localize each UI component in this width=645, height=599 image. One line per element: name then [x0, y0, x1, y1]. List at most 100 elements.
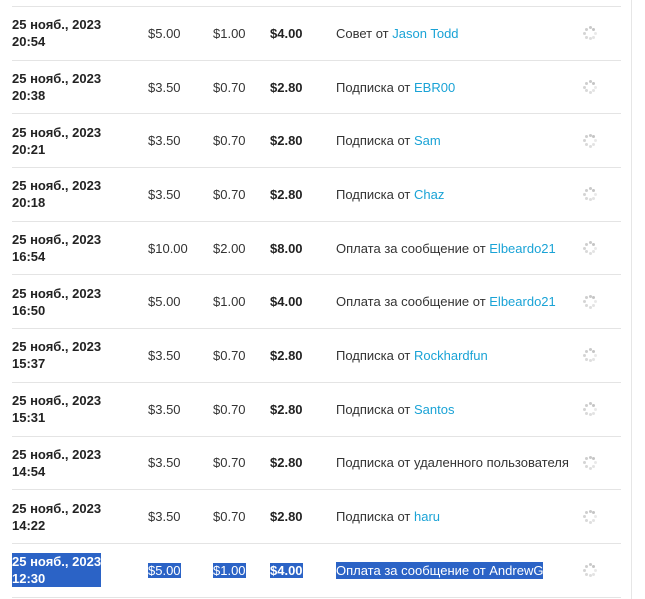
date-text: 25 нояб., 2023	[12, 285, 102, 301]
loading-spinner-icon	[583, 563, 597, 578]
description-text: Оплата за сообщение от	[336, 294, 490, 310]
amount-cell: $3.50	[148, 168, 208, 221]
loading-spinner-icon	[583, 80, 597, 95]
fee-text: $0.70	[213, 79, 246, 95]
description-text: Подписка от	[336, 133, 414, 149]
loading-spinner-icon	[583, 402, 597, 417]
net-text: $4.00	[270, 294, 303, 310]
description-cell: Оплата за сообщение от AndrewG	[336, 544, 571, 597]
description-cell: Подписка от haru	[336, 490, 571, 543]
date-cell: 25 нояб., 2023 12:30	[12, 544, 132, 597]
table-row[interactable]: 25 нояб., 2023 12:30 $5.00 $1.00 $4.00 Оплата…	[12, 544, 621, 598]
user-link[interactable]: Santos	[414, 402, 454, 417]
net-cell: $4.00	[270, 275, 330, 328]
transactions-table: 25 нояб., 2023 20:54 $5.00 $1.00 $4.00 Совет …	[0, 7, 632, 598]
description-cell: Оплата за сообщение от Elbeardo21	[336, 275, 571, 328]
net-cell: $2.80	[270, 168, 330, 221]
date-cell: 25 нояб., 2023 20:54	[12, 7, 132, 60]
amount-cell: $3.50	[148, 490, 208, 543]
fee-text: $0.70	[213, 455, 246, 471]
description-text: Подписка от	[336, 401, 414, 417]
date-text: 25 нояб., 2023	[12, 124, 102, 140]
fee-cell: $1.00	[213, 544, 268, 597]
description-text: Подписка от	[336, 79, 414, 95]
user-link[interactable]: Elbeardo21	[489, 241, 556, 256]
description-cell: Подписка от Santos	[336, 383, 571, 436]
status-cell	[580, 61, 600, 114]
fee-cell: $0.70	[213, 168, 268, 221]
table-row[interactable]: 25 нояб., 2023 14:54 $3.50 $0.70 $2.80 Подпис…	[12, 437, 621, 491]
loading-spinner-icon	[583, 133, 597, 148]
status-cell	[580, 7, 600, 60]
net-text: $4.00	[270, 562, 303, 578]
amount-cell: $3.50	[148, 383, 208, 436]
time-text: 20:21	[12, 141, 46, 157]
description-cell: Подписка от EBR00	[336, 61, 571, 114]
loading-spinner-icon	[583, 455, 597, 470]
description-text: Подписка от	[336, 509, 414, 525]
description-cell: Оплата за сообщение от Elbeardo21	[336, 222, 571, 275]
date-cell: 25 нояб., 2023 20:18	[12, 168, 132, 221]
amount-text: $3.50	[148, 133, 181, 149]
amount-text: $3.50	[148, 186, 181, 202]
date-text: 25 нояб., 2023	[12, 178, 102, 194]
net-text: $2.80	[270, 133, 303, 149]
date-cell: 25 нояб., 2023 16:50	[12, 275, 132, 328]
time-text: 12:30	[12, 571, 46, 587]
loading-spinner-icon	[583, 241, 597, 256]
description-text: Подписка от	[336, 186, 414, 202]
amount-text: $3.50	[148, 455, 181, 471]
time-text: 20:38	[12, 88, 46, 104]
fee-cell: $0.70	[213, 329, 268, 382]
user-link[interactable]: haru	[414, 509, 440, 524]
net-text: $2.80	[270, 79, 303, 95]
user-link[interactable]: Chaz	[414, 187, 444, 202]
loading-spinner-icon	[583, 348, 597, 363]
loading-spinner-icon	[583, 187, 597, 202]
amount-cell: $5.00	[148, 544, 208, 597]
user-link[interactable]: Elbeardo21	[489, 294, 556, 309]
description-cell: Подписка от Chaz	[336, 168, 571, 221]
status-cell	[580, 544, 600, 597]
fee-cell: $1.00	[213, 7, 268, 60]
date-text: 25 нояб., 2023	[12, 232, 102, 248]
amount-text: $5.00	[148, 562, 181, 578]
table-row[interactable]: 25 нояб., 2023 20:38 $3.50 $0.70 $2.80 Подпис…	[12, 61, 621, 115]
amount-text: $3.50	[148, 401, 181, 417]
table-row[interactable]: 25 нояб., 2023 15:31 $3.50 $0.70 $2.80 Подпис…	[12, 383, 621, 437]
date-cell: 25 нояб., 2023 15:37	[12, 329, 132, 382]
description-text: Оплата за сообщение от	[336, 562, 490, 578]
table-row[interactable]: 25 нояб., 2023 20:18 $3.50 $0.70 $2.80 Подпис…	[12, 168, 621, 222]
date-cell: 25 нояб., 2023 16:54	[12, 222, 132, 275]
table-row[interactable]: 25 нояб., 2023 16:54 $10.00 $2.00 $8.00 Оплат…	[12, 222, 621, 276]
status-cell	[580, 490, 600, 543]
status-cell	[580, 222, 600, 275]
time-text: 14:54	[12, 463, 46, 479]
user-link[interactable]: Rockhardfun	[414, 348, 488, 363]
user-link[interactable]: Jason Todd	[392, 26, 458, 41]
fee-text: $1.00	[213, 562, 246, 578]
table-row[interactable]: 25 нояб., 2023 15:37 $3.50 $0.70 $2.80 Подпис…	[12, 329, 621, 383]
table-row[interactable]: 25 нояб., 2023 14:22 $3.50 $0.70 $2.80 Подпис…	[12, 490, 621, 544]
time-text: 20:54	[12, 34, 46, 50]
table-row[interactable]: 25 нояб., 2023 20:54 $5.00 $1.00 $4.00 Совет …	[12, 7, 621, 61]
fee-cell: $2.00	[213, 222, 268, 275]
table-row[interactable]: 25 нояб., 2023 16:50 $5.00 $1.00 $4.00 Оплата…	[12, 275, 621, 330]
net-cell: $2.80	[270, 437, 330, 490]
net-cell: $8.00	[270, 222, 330, 275]
amount-text: $5.00	[148, 25, 181, 41]
user-link[interactable]: Sam	[414, 133, 441, 148]
fee-cell: $0.70	[213, 437, 268, 490]
fee-text: $0.70	[213, 133, 246, 149]
time-text: 14:22	[12, 517, 46, 533]
user-link[interactable]: AndrewG	[489, 563, 543, 578]
description-text: Подписка от удаленного пользователя	[336, 455, 569, 471]
status-cell	[580, 329, 600, 382]
description-cell: Совет от Jason Todd	[336, 7, 571, 60]
description-cell: Подписка от удаленного пользователя	[336, 437, 571, 490]
user-link[interactable]: EBR00	[414, 80, 455, 95]
net-cell: $2.80	[270, 383, 330, 436]
description-cell: Подписка от Rockhardfun	[336, 329, 571, 382]
fee-text: $0.70	[213, 401, 246, 417]
table-row[interactable]: 25 нояб., 2023 20:21 $3.50 $0.70 $2.80 Подпис…	[12, 114, 621, 169]
